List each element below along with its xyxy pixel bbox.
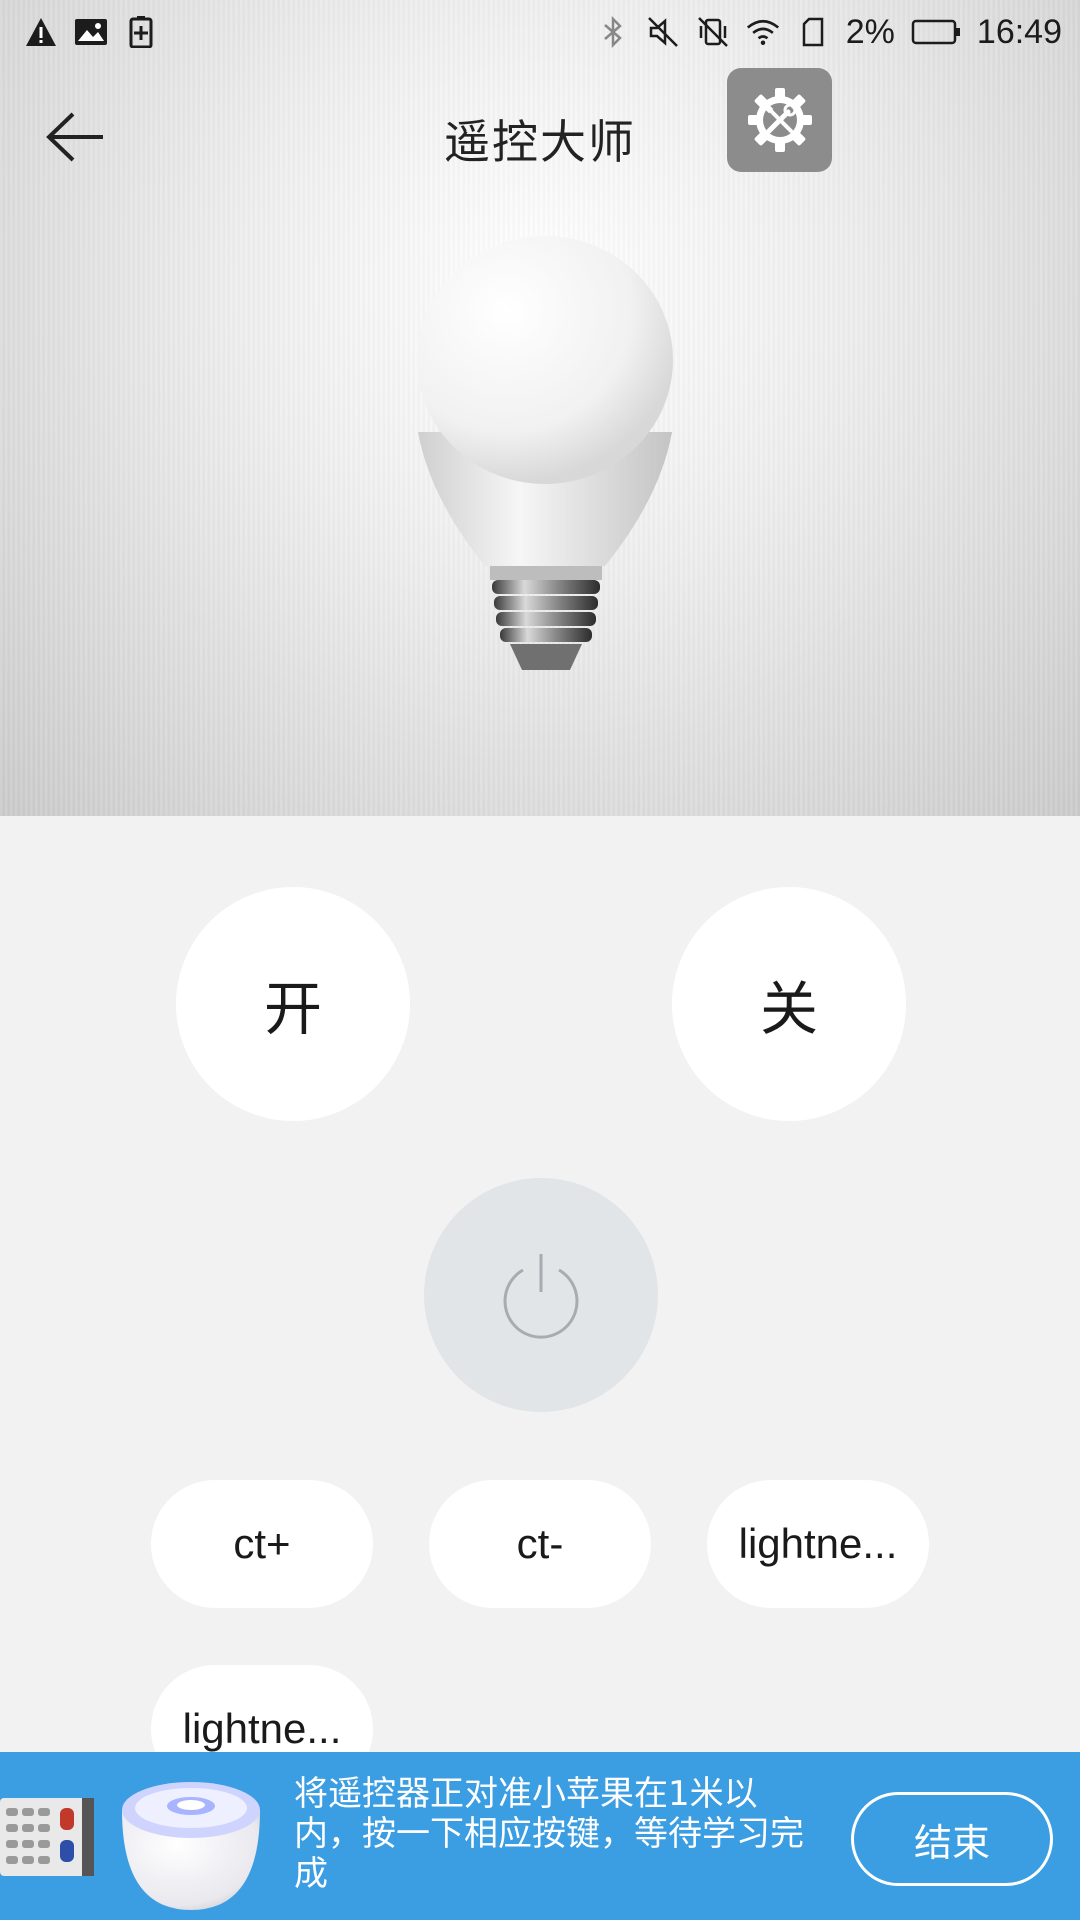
status-bar: 2% 16:49 [0,0,1080,64]
device-image [118,1772,264,1912]
warning-icon [24,15,58,49]
wifi-icon [746,15,780,49]
clock: 16:49 [976,12,1062,51]
sim-icon [796,15,830,49]
power-button[interactable] [424,1178,658,1412]
light-bulb-image [410,236,680,676]
on-button[interactable]: 开 [176,887,410,1121]
vibrate-off-icon [696,15,730,49]
power-icon [503,1254,579,1339]
image-icon [74,15,108,49]
battery-icon [911,15,961,49]
lightness-button-1[interactable]: lightne... [707,1480,929,1608]
status-left [24,15,158,49]
mute-icon [646,15,680,49]
status-right: 2% 16:49 [596,13,1062,52]
gear-tools-icon [747,88,812,152]
title-bar: 遥控大师 [0,64,1080,204]
learning-banner: 将遥控器正对准小苹果在1米以内，按一下相应按键，等待学习完成 结束 [0,1752,1080,1920]
remote-control-image [0,1794,94,1880]
bluetooth-icon [596,15,630,49]
settings-button[interactable] [727,68,832,172]
page-title: 遥控大师 [444,115,636,169]
battery-percent: 2% [845,12,895,51]
ct-minus-button[interactable]: ct- [429,1480,651,1608]
battery-plus-icon [124,15,158,49]
learning-instructions: 将遥控器正对准小苹果在1米以内，按一下相应按键，等待学习完成 [294,1774,804,1894]
end-button[interactable]: 结束 [851,1792,1053,1886]
hero-panel: 2% 16:49 遥控大师 [0,0,1080,816]
ct-plus-button[interactable]: ct+ [151,1480,373,1608]
off-button[interactable]: 关 [672,887,906,1121]
